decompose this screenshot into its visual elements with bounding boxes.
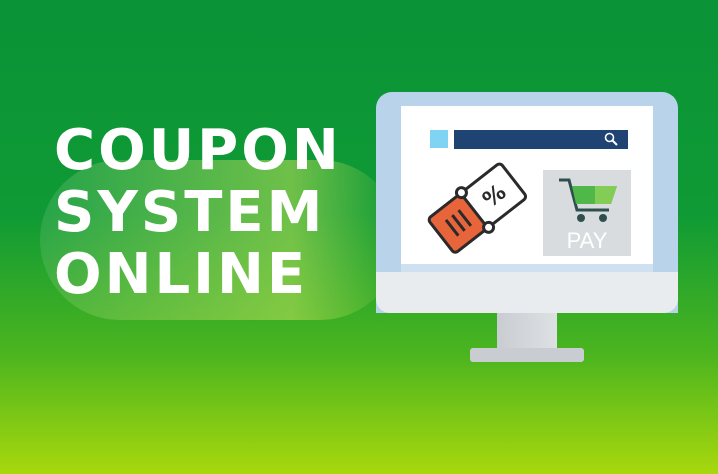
coupon-ticket-icon: % <box>427 162 528 254</box>
monitor-screen-edge <box>401 264 653 272</box>
monitor-stand-base <box>470 348 584 362</box>
site-logo <box>430 130 448 148</box>
pay-label: PAY <box>566 228 608 253</box>
monitor-chin <box>376 272 678 313</box>
headline-line-1: COUPON <box>54 118 342 183</box>
coupon-banner: COUPON SYSTEM ONLINE % PAY <box>0 0 718 474</box>
monitor-stand-neck <box>497 313 557 351</box>
headline-line-3: ONLINE <box>54 242 309 307</box>
shopping-cart-icon <box>559 178 617 222</box>
headline: COUPON SYSTEM ONLINE <box>54 120 342 306</box>
search-bar <box>454 130 628 149</box>
headline-line-2: SYSTEM <box>54 180 326 245</box>
pay-card: PAY <box>543 170 631 256</box>
search-icon <box>604 132 618 146</box>
